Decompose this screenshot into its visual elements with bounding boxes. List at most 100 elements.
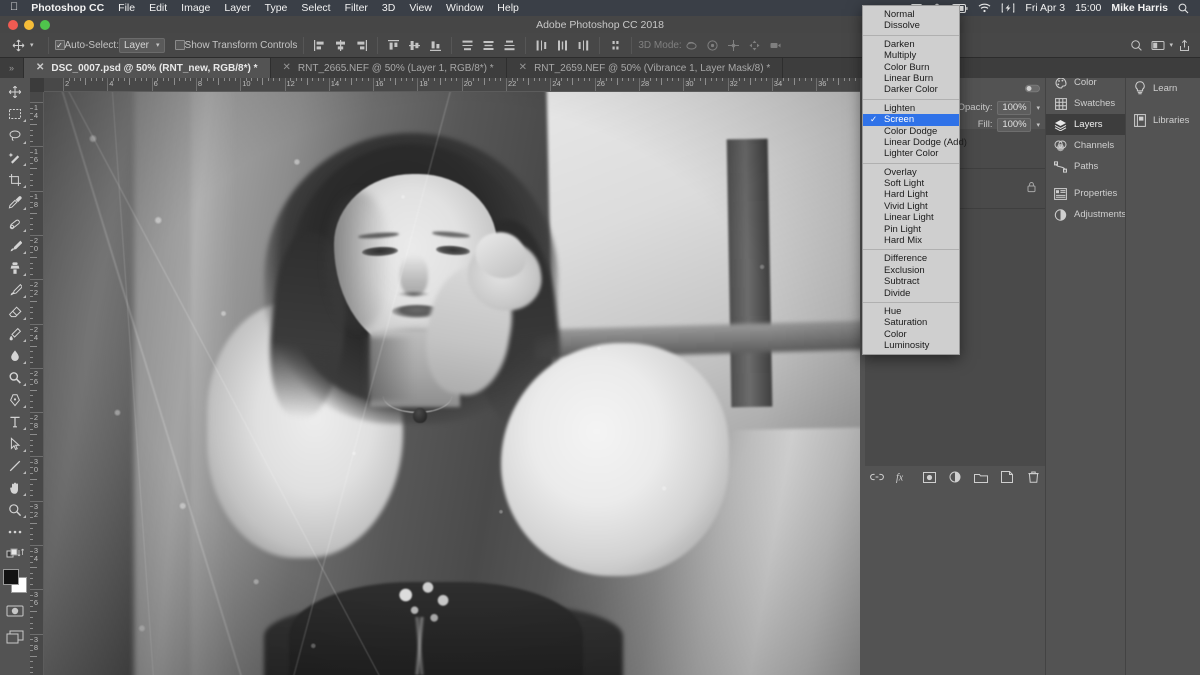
menu-item-color-burn[interactable]: Color Burn bbox=[863, 62, 959, 73]
menu-item-lighten[interactable]: Lighten bbox=[863, 103, 959, 114]
menu-item-linear-dodge-add[interactable]: Linear Dodge (Add) bbox=[863, 137, 967, 148]
menu-item-file[interactable]: File bbox=[111, 0, 142, 16]
blur-tool-icon[interactable] bbox=[2, 345, 28, 367]
ruler-origin-corner[interactable] bbox=[30, 78, 44, 92]
menu-item-subtract[interactable]: Subtract bbox=[863, 276, 959, 287]
fill-value[interactable]: 100% bbox=[997, 117, 1032, 132]
spotlight-search-icon[interactable] bbox=[1173, 3, 1194, 14]
distribute-horizontal-centers-icon[interactable] bbox=[553, 36, 572, 55]
screen-mode-icon[interactable] bbox=[2, 626, 28, 648]
share-icon[interactable] bbox=[1175, 36, 1194, 55]
menu-item-multiply[interactable]: Multiply bbox=[863, 50, 959, 61]
gradient-tool-icon[interactable] bbox=[2, 323, 28, 345]
auto-select-checkbox[interactable]: ✓ bbox=[54, 40, 65, 50]
healing-brush-tool-icon[interactable] bbox=[2, 213, 28, 235]
menu-item-luminosity[interactable]: Luminosity bbox=[863, 340, 959, 351]
clone-stamp-tool-icon[interactable] bbox=[2, 257, 28, 279]
sidebar-item-properties[interactable]: Properties bbox=[1046, 183, 1125, 204]
distribute-right-edges-icon[interactable] bbox=[574, 36, 593, 55]
align-horizontal-centers-icon[interactable] bbox=[331, 36, 350, 55]
link-layers-icon[interactable] bbox=[870, 470, 885, 485]
distribute-vertical-centers-icon[interactable] bbox=[479, 36, 498, 55]
sidebar-item-paths[interactable]: Paths bbox=[1046, 156, 1125, 177]
3d-rotate-icon[interactable] bbox=[682, 36, 701, 55]
menu-item-window[interactable]: Window bbox=[439, 0, 490, 16]
menu-item-overlay[interactable]: Overlay bbox=[863, 167, 959, 178]
menu-item-image[interactable]: Image bbox=[174, 0, 217, 16]
foreground-background-color-swatches[interactable] bbox=[2, 568, 28, 594]
document-tab-1[interactable]: ✕ DSC_0007.psd @ 50% (RNT_new, RGB/8*) * bbox=[24, 58, 271, 78]
quick-selection-tool-icon[interactable] bbox=[2, 147, 28, 169]
foreground-color-swatch[interactable] bbox=[3, 569, 19, 585]
menu-item-view[interactable]: View bbox=[402, 0, 439, 16]
add-layer-mask-icon[interactable] bbox=[922, 470, 937, 485]
distribute-top-edges-icon[interactable] bbox=[458, 36, 477, 55]
sidebar-item-libraries[interactable]: Libraries bbox=[1126, 104, 1200, 136]
menu-app-name[interactable]: Photoshop CC bbox=[27, 0, 111, 16]
path-selection-tool-icon[interactable] bbox=[2, 433, 28, 455]
menu-item-hard-mix[interactable]: Hard Mix bbox=[863, 235, 959, 246]
menu-item-hue[interactable]: Hue bbox=[863, 306, 959, 317]
eraser-tool-icon[interactable] bbox=[2, 301, 28, 323]
menu-item-vivid-light[interactable]: Vivid Light bbox=[863, 201, 959, 212]
close-tab-icon[interactable]: ✕ bbox=[283, 63, 291, 73]
history-brush-tool-icon[interactable] bbox=[2, 279, 28, 301]
minimize-window-button[interactable] bbox=[24, 20, 34, 30]
active-tool-preset[interactable]: ▾ bbox=[8, 39, 42, 52]
sidebar-item-layers[interactable]: Layers bbox=[1046, 114, 1125, 135]
3d-drag-icon[interactable] bbox=[724, 36, 743, 55]
search-icon[interactable] bbox=[1127, 36, 1146, 55]
close-tab-icon[interactable]: ✕ bbox=[519, 63, 527, 73]
swap-foreground-background-icon[interactable] bbox=[2, 543, 28, 565]
line-shape-tool-icon[interactable] bbox=[2, 455, 28, 477]
quick-mask-mode-icon[interactable] bbox=[2, 600, 28, 622]
menu-item-3d[interactable]: 3D bbox=[375, 0, 402, 16]
layer-style-fx-icon[interactable]: fx bbox=[896, 470, 911, 485]
menu-item-hard-light[interactable]: Hard Light bbox=[863, 189, 959, 200]
hand-tool-icon[interactable] bbox=[2, 477, 28, 499]
menu-item-color-dodge[interactable]: Color Dodge bbox=[863, 126, 959, 137]
show-transform-controls-checkbox[interactable] bbox=[174, 40, 185, 50]
opacity-value[interactable]: 100% bbox=[997, 100, 1032, 115]
new-adjustment-layer-icon[interactable] bbox=[948, 470, 963, 485]
auto-select-target-dropdown[interactable]: Layer ▾ bbox=[119, 37, 165, 53]
workspace-icon[interactable] bbox=[1148, 36, 1167, 55]
menu-item-darker-color[interactable]: Darker Color bbox=[863, 84, 959, 95]
menu-item-color[interactable]: Color bbox=[863, 329, 959, 340]
fill-chevron-icon[interactable]: ▾ bbox=[1036, 121, 1040, 129]
chevron-down-icon[interactable]: ▾ bbox=[1169, 41, 1173, 49]
distribute-bottom-edges-icon[interactable] bbox=[500, 36, 519, 55]
edit-toolbar-more-icon[interactable] bbox=[2, 521, 28, 543]
sidebar-item-channels[interactable]: Channels bbox=[1046, 135, 1125, 156]
zoom-tool-icon[interactable] bbox=[2, 499, 28, 521]
menu-item-normal[interactable]: Normal bbox=[863, 9, 959, 20]
menu-item-divide[interactable]: Divide bbox=[863, 288, 959, 299]
menu-item-soft-light[interactable]: Soft Light bbox=[863, 178, 959, 189]
blend-mode-dropdown-menu[interactable]: Normal Dissolve Darken Multiply Color Burn Li… bbox=[862, 5, 967, 355]
menu-item-dissolve[interactable]: Dissolve bbox=[863, 20, 959, 31]
menu-item-select[interactable]: Select bbox=[294, 0, 337, 16]
move-tool-icon[interactable] bbox=[2, 81, 28, 103]
apple-logo-icon[interactable]:  bbox=[6, 2, 27, 14]
3d-camera-icon[interactable] bbox=[766, 36, 785, 55]
menu-item-saturation[interactable]: Saturation bbox=[863, 317, 959, 328]
menu-item-layer[interactable]: Layer bbox=[217, 0, 257, 16]
menu-item-difference[interactable]: Difference bbox=[863, 253, 959, 264]
distribute-left-edges-icon[interactable] bbox=[532, 36, 551, 55]
rectangular-marquee-tool-icon[interactable] bbox=[2, 103, 28, 125]
tab-overflow-icon[interactable]: » bbox=[0, 58, 24, 78]
align-vertical-centers-icon[interactable] bbox=[405, 36, 424, 55]
image-canvas[interactable] bbox=[44, 92, 860, 675]
close-tab-icon[interactable]: ✕ bbox=[36, 63, 44, 73]
align-bottom-edges-icon[interactable] bbox=[426, 36, 445, 55]
close-window-button[interactable] bbox=[8, 20, 18, 30]
sidebar-item-swatches[interactable]: Swatches bbox=[1046, 93, 1125, 114]
align-right-edges-icon[interactable] bbox=[352, 36, 371, 55]
type-tool-icon[interactable] bbox=[2, 411, 28, 433]
delete-layer-icon[interactable] bbox=[1026, 470, 1041, 485]
lasso-tool-icon[interactable] bbox=[2, 125, 28, 147]
menu-item-linear-light[interactable]: Linear Light bbox=[863, 212, 959, 223]
3d-roll-icon[interactable] bbox=[703, 36, 722, 55]
align-left-edges-icon[interactable] bbox=[310, 36, 329, 55]
pen-tool-icon[interactable] bbox=[2, 389, 28, 411]
